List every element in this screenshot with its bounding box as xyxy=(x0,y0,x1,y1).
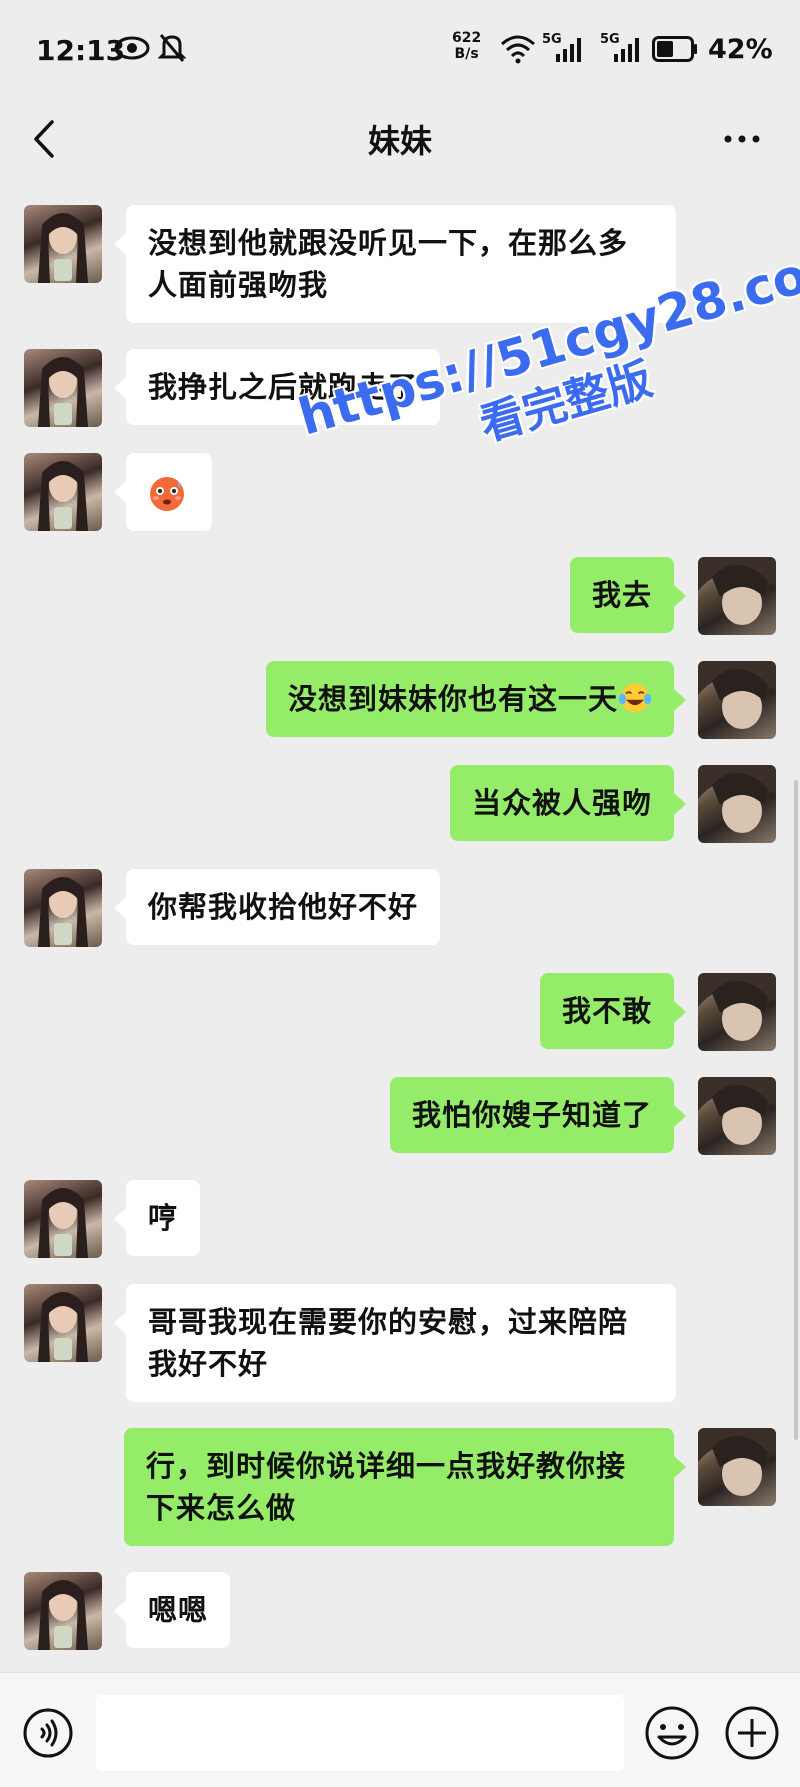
message-bubble-outgoing[interactable]: 行，到时候你说详细一点我好教你接下来怎么做 xyxy=(124,1428,686,1546)
avatar-contact[interactable] xyxy=(24,349,102,427)
avatar-contact[interactable] xyxy=(24,453,102,531)
bell-off-icon xyxy=(158,34,186,62)
message-bubble-incoming[interactable]: 嗯嗯 xyxy=(113,1572,231,1648)
signal-icon: 5G xyxy=(600,32,646,64)
avatar-contact[interactable] xyxy=(24,1284,102,1362)
signal-icon: 5G xyxy=(542,32,588,64)
message-bubble-outgoing[interactable]: 我去 xyxy=(569,557,687,633)
voice-icon[interactable] xyxy=(22,1707,74,1759)
status-bar: 12:13 622 B/s 5G 5G 42% xyxy=(0,0,800,100)
more-dots-icon[interactable] xyxy=(722,124,762,154)
avatar-self[interactable] xyxy=(698,765,776,843)
message-bubble-outgoing[interactable]: 当众被人强吻 xyxy=(449,765,687,841)
wifi-icon xyxy=(501,35,535,64)
avatar-self[interactable] xyxy=(698,1428,776,1506)
avatar-contact[interactable] xyxy=(24,869,102,947)
input-bar xyxy=(0,1672,800,1787)
tears-of-joy-emoji xyxy=(618,683,652,713)
message-bubble-outgoing[interactable]: 我怕你嫂子知道了 xyxy=(389,1077,687,1153)
avatar-contact[interactable] xyxy=(24,1572,102,1650)
message-bubble-outgoing[interactable]: 我不敢 xyxy=(539,973,687,1049)
message-bubble-incoming[interactable] xyxy=(114,453,212,531)
avatar-contact[interactable] xyxy=(24,1180,102,1258)
scrollbar[interactable] xyxy=(794,780,798,1440)
emoji-icon[interactable] xyxy=(644,1705,700,1761)
status-time: 12:13 xyxy=(36,34,126,67)
eye-icon xyxy=(114,36,150,60)
battery-percent: 42% xyxy=(708,34,773,65)
plus-icon[interactable] xyxy=(724,1705,780,1761)
flushed-face-emoji xyxy=(150,477,184,511)
avatar-self[interactable] xyxy=(698,557,776,635)
net-speed: 622 B/s xyxy=(452,30,481,62)
net-speed-unit: B/s xyxy=(454,46,479,62)
message-bubble-outgoing[interactable]: 没想到妹妹你也有这一天 xyxy=(265,661,687,737)
net-speed-value: 622 xyxy=(452,30,482,46)
battery-icon xyxy=(652,36,697,62)
avatar-self[interactable] xyxy=(698,1077,776,1155)
avatar-contact[interactable] xyxy=(24,205,102,283)
avatar-self[interactable] xyxy=(698,973,776,1051)
message-text: 没想到妹妹你也有这一天 xyxy=(287,682,618,716)
message-input[interactable] xyxy=(96,1695,624,1771)
message-bubble-incoming[interactable]: 哥哥我现在需要你的安慰，过来陪陪我好不好 xyxy=(114,1284,676,1402)
message-bubble-incoming[interactable]: 你帮我收拾他好不好 xyxy=(113,869,441,945)
message-bubble-incoming[interactable]: 哼 xyxy=(113,1180,201,1256)
chat-header: 妹妹 xyxy=(0,100,800,180)
chat-title: 妹妹 xyxy=(367,122,432,160)
avatar-self[interactable] xyxy=(698,661,776,739)
